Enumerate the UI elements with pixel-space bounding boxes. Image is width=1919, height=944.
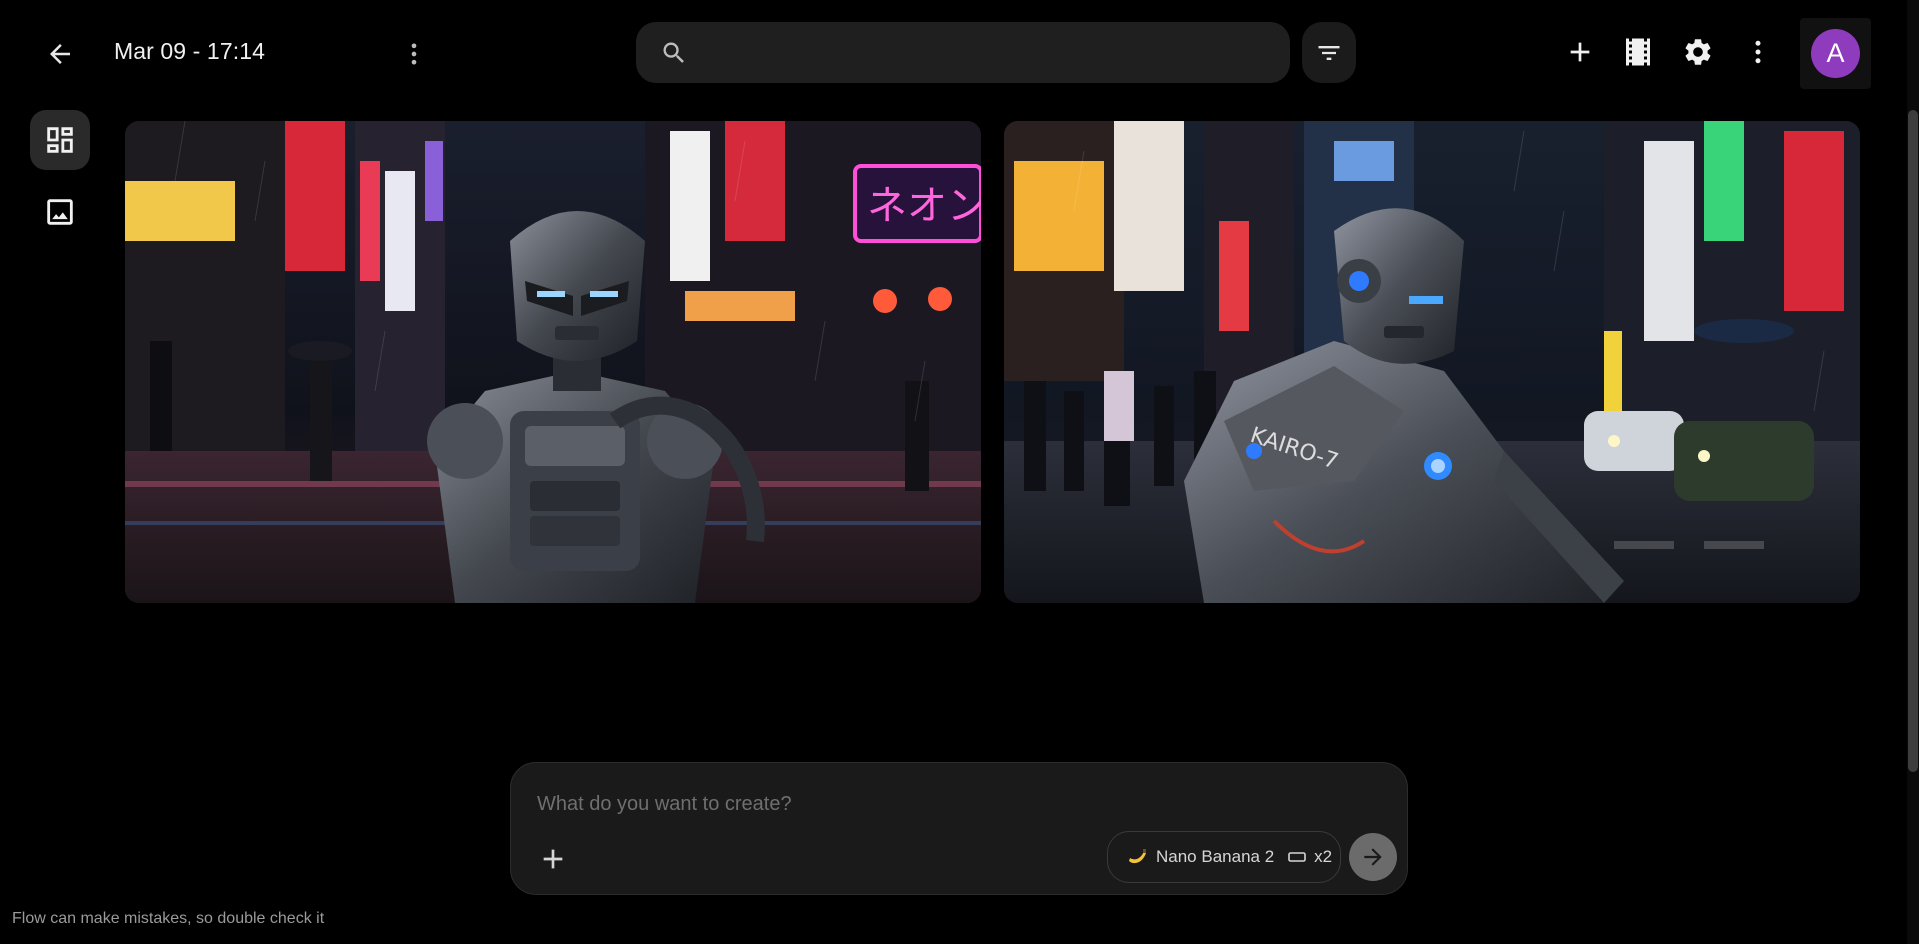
scenes-button[interactable]	[1614, 28, 1662, 76]
arrow-forward-icon	[1364, 848, 1382, 866]
image-icon	[47, 199, 73, 225]
account-button[interactable]: A	[1800, 18, 1871, 89]
send-button[interactable]	[1349, 833, 1397, 881]
settings-button[interactable]	[1674, 28, 1722, 76]
film-strip-icon	[1626, 38, 1650, 66]
search-input[interactable]	[706, 22, 1270, 85]
add-asset-button[interactable]	[529, 835, 577, 883]
scrollbar-thumb[interactable]	[1908, 110, 1918, 772]
prompt-input[interactable]	[535, 783, 1379, 825]
dashboard-icon	[47, 127, 73, 153]
back-button[interactable]	[36, 30, 84, 78]
more-options-button[interactable]	[1736, 28, 1780, 76]
add-icon	[1570, 42, 1590, 62]
landscape-ratio-icon	[1288, 850, 1306, 864]
prompt-composer: Nano Banana 2 x2	[510, 762, 1408, 895]
add-icon	[543, 849, 563, 869]
output-count: x2	[1314, 847, 1333, 866]
grid-view-button[interactable]	[30, 110, 90, 170]
image-view-button[interactable]	[30, 182, 90, 242]
search-icon	[663, 42, 684, 63]
search-bar	[636, 22, 1290, 85]
robot-kairo-7-image: KAIRO-7	[1004, 121, 1860, 603]
gear-icon	[1685, 39, 1711, 65]
disclaimer-text: Flow can make mistakes, so double check …	[12, 910, 325, 927]
more-vert-icon	[1755, 40, 1761, 64]
robot-neon-street-image: ネオン	[125, 121, 981, 603]
new-project-button[interactable]	[1556, 28, 1604, 76]
arrow-back-icon	[50, 44, 70, 64]
flow-project-page: Mar 09 - 17:14 A ネオン KAIRO-7 What do you…	[0, 0, 1919, 944]
neon-sign-text: ネオン	[867, 183, 981, 229]
project-options-button[interactable]	[398, 30, 430, 78]
generated-image-2[interactable]: KAIRO-7	[1004, 121, 1860, 603]
generated-image-1[interactable]: ネオン	[125, 121, 981, 603]
filter-button[interactable]	[1302, 22, 1356, 83]
banana-emoji-icon	[1126, 847, 1148, 867]
avatar: A	[1811, 29, 1860, 78]
project-title[interactable]: Mar 09 - 17:14	[114, 38, 265, 65]
more-vert-icon	[411, 43, 417, 65]
model-settings-button[interactable]: Nano Banana 2 x2	[1107, 831, 1341, 883]
filter-list-icon	[1318, 45, 1340, 60]
model-name: Nano Banana 2	[1156, 847, 1275, 866]
